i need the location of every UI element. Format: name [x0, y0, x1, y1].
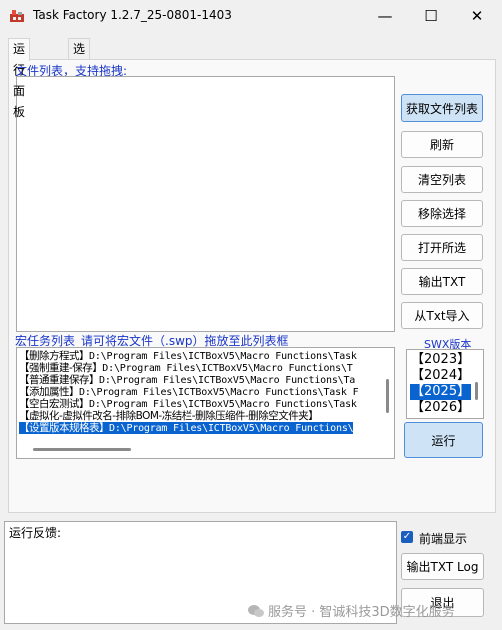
- checkmark-icon: ✓: [402, 531, 412, 542]
- macro-item-tag: 【空白宏测试】: [19, 398, 90, 410]
- macro-list-item[interactable]: 【删除方程式】D:\Program Files\ICTBoxV5\Macro F…: [19, 350, 357, 362]
- macro-item-path: D:\Program Files\ICTBoxV5\Macro Function…: [99, 375, 356, 386]
- macro-item-tag: 【普通重建保存】: [19, 374, 100, 386]
- swx-version-option[interactable]: 【2023】: [410, 352, 471, 368]
- maximize-icon: ☐: [424, 7, 438, 25]
- close-button[interactable]: ✕: [454, 0, 500, 32]
- macro-item-tag: 【添加属性】: [19, 386, 80, 398]
- macro-list-item[interactable]: 【虚拟化-虚拟件改名-排除BOM-冻结栏-删除压缩件-删除空文件夹】: [19, 410, 319, 422]
- macro-list-item-selected[interactable]: 【设置版本规格表】D:\Program Files\ICTBoxV5\Macro…: [19, 422, 354, 434]
- export-txt-log-button[interactable]: 输出TXT Log: [401, 553, 484, 580]
- export-txt-button[interactable]: 输出TXT: [401, 268, 483, 295]
- macro-list[interactable]: 【删除方程式】D:\Program Files\ICTBoxV5\Macro F…: [16, 347, 395, 459]
- close-icon: ✕: [470, 7, 484, 25]
- swx-version-option[interactable]: 【2024】: [410, 368, 471, 384]
- run-feedback-label: 运行反馈:: [9, 526, 62, 540]
- macro-item-path: D:\Program Files\ICTBoxV5\Macro Function…: [89, 351, 357, 362]
- macro-item-path: D:\Program Files\ICTBoxV5\Macro Function…: [79, 387, 359, 398]
- refresh-button[interactable]: 刷新: [401, 131, 483, 158]
- macro-list-horizontal-scrollbar[interactable]: [33, 448, 131, 451]
- swx-version-option-selected[interactable]: 【2025】: [410, 384, 472, 400]
- watermark-text: 服务号 · 智诚科技3D数字化服务: [268, 605, 455, 620]
- swx-version-option[interactable]: 【2026】: [410, 400, 471, 416]
- remove-selected-button[interactable]: 移除选择: [401, 200, 483, 227]
- macro-item-tag: 【删除方程式】: [19, 350, 90, 362]
- run-button[interactable]: 运行: [404, 422, 483, 458]
- watermark: 服务号 · 智诚科技3D数字化服务: [248, 601, 455, 620]
- macro-item-path: D:\Program Files\ICTBoxV5\Macro Function…: [109, 423, 354, 434]
- minimize-button[interactable]: —: [362, 0, 408, 32]
- swx-version-list[interactable]: 【2023】 【2024】 【2025】 【2026】: [406, 349, 484, 419]
- wechat-icon: [248, 605, 264, 617]
- import-txt-button[interactable]: 从Txt导入: [401, 302, 483, 329]
- get-file-list-button[interactable]: 获取文件列表: [401, 94, 483, 122]
- macro-list-item[interactable]: 【强制重建-保存】D:\Program Files\ICTBoxV5\Macro…: [19, 362, 353, 374]
- macro-list-item[interactable]: 【普通重建保存】D:\Program Files\ICTBoxV5\Macro …: [19, 374, 355, 386]
- macro-item-path: D:\Program Files\ICTBoxV5\Macro Function…: [102, 363, 353, 374]
- minimize-icon: —: [377, 7, 393, 25]
- macro-item-path: D:\Program Files\ICTBoxV5\Macro Function…: [89, 399, 357, 410]
- tab-run-panel[interactable]: 运行面板: [8, 38, 31, 119]
- file-list[interactable]: [16, 76, 395, 332]
- title-bar: Task Factory 1.2.7_25-0801-1403 — ☐ ✕: [0, 0, 502, 32]
- macro-list-item[interactable]: 【添加属性】D:\Program Files\ICTBoxV5\Macro Fu…: [19, 386, 359, 398]
- macro-item-tag: 【强制重建-保存】: [19, 362, 103, 374]
- macro-list-item[interactable]: 【空白宏测试】D:\Program Files\ICTBoxV5\Macro F…: [19, 398, 357, 410]
- frontend-display-label: 前端显示: [419, 532, 468, 546]
- clear-list-button[interactable]: 清空列表: [401, 166, 483, 193]
- open-selected-button[interactable]: 打开所选: [401, 234, 483, 261]
- maximize-button[interactable]: ☐: [408, 0, 454, 32]
- tab-options[interactable]: 选项: [68, 38, 91, 77]
- window-title: Task Factory 1.2.7_25-0801-1403: [33, 8, 232, 22]
- frontend-display-checkbox[interactable]: ✓: [401, 531, 413, 543]
- macro-item-tag: 【设置版本规格表】: [19, 422, 110, 434]
- macro-list-vertical-scrollbar[interactable]: [386, 379, 389, 413]
- macro-item-tag: 【虚拟化-虚拟件改名-排除BOM-冻结栏-删除压缩件-删除空文件夹】: [19, 410, 319, 422]
- swx-list-scrollbar[interactable]: [475, 382, 478, 400]
- app-icon: [10, 10, 24, 22]
